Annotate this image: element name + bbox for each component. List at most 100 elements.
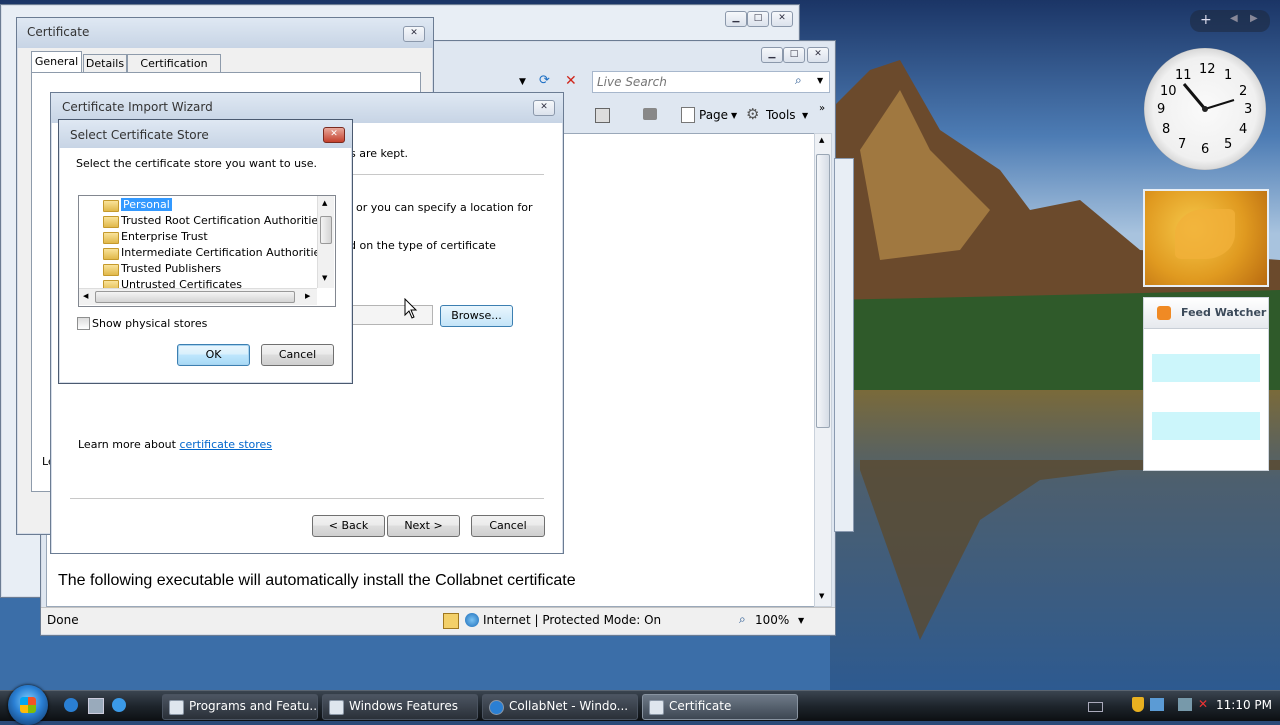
- tab-label: General: [34, 55, 79, 68]
- scroll-down-icon[interactable]: ▼: [322, 274, 327, 282]
- tools-menu[interactable]: Tools: [766, 108, 796, 122]
- slideshow-gadget[interactable]: [1143, 189, 1269, 287]
- more-icon[interactable]: »: [819, 103, 825, 114]
- show-physical-label[interactable]: Show physical stores: [92, 317, 207, 330]
- tree-item-label: Trusted Publishers: [121, 262, 222, 275]
- search-dropdown-icon[interactable]: ▼: [817, 76, 823, 85]
- feed-item[interactable]: [1152, 412, 1260, 440]
- chevron-down-icon[interactable]: ▼: [798, 616, 804, 625]
- network-icon[interactable]: [1150, 698, 1164, 711]
- security-zone[interactable]: Internet | Protected Mode: On: [483, 613, 661, 627]
- scroll-thumb[interactable]: [95, 291, 295, 303]
- back-button[interactable]: < Back: [312, 515, 385, 537]
- vertical-scrollbar[interactable]: ▲ ▼: [814, 133, 832, 607]
- next-button[interactable]: Next >: [387, 515, 460, 537]
- cancel-button[interactable]: Cancel: [471, 515, 545, 537]
- refresh-icon[interactable]: ⟳: [539, 73, 557, 91]
- store-field[interactable]: [341, 305, 433, 325]
- tree-vertical-scrollbar[interactable]: ▲ ▼: [317, 196, 334, 288]
- tab-details[interactable]: Details: [83, 54, 127, 73]
- scroll-left-icon[interactable]: ◀: [83, 292, 88, 300]
- protected-mode-icon[interactable]: [443, 613, 459, 629]
- minimize-button[interactable]: ▁: [725, 11, 747, 27]
- quick-launch-browser-icon[interactable]: [112, 698, 126, 712]
- show-physical-checkbox[interactable]: [77, 317, 90, 330]
- maximize-button[interactable]: □: [783, 47, 805, 63]
- close-button[interactable]: ✕: [807, 47, 829, 63]
- task-label: Certificate: [669, 699, 732, 713]
- tree-item[interactable]: Intermediate Certification Authorities: [103, 246, 327, 261]
- tree-item[interactable]: Trusted Root Certification Authorities: [103, 214, 324, 229]
- maximize-button[interactable]: □: [747, 11, 769, 27]
- tree-item[interactable]: Trusted Publishers: [103, 262, 222, 277]
- dialog-title: Select Certificate Store: [70, 128, 209, 142]
- tree-horizontal-scrollbar[interactable]: ◀ ▶: [79, 288, 317, 305]
- tree-item[interactable]: Enterprise Trust: [103, 230, 208, 245]
- feed-watcher-gadget[interactable]: Feed Watcher: [1143, 297, 1269, 471]
- show-desktop-icon[interactable]: [88, 698, 104, 714]
- tree-item[interactable]: Personal: [103, 198, 172, 213]
- page-icon[interactable]: [681, 107, 695, 123]
- chevron-down-icon[interactable]: ▼: [802, 111, 808, 120]
- store-tree[interactable]: Personal Trusted Root Certification Auth…: [78, 195, 336, 307]
- address-dropdown-icon[interactable]: ▼: [519, 77, 526, 87]
- minimize-button[interactable]: ▁: [761, 47, 783, 63]
- certificate-stores-link[interactable]: certificate stores: [179, 438, 272, 451]
- taskbar: Programs and Featu... Windows Features C…: [0, 685, 1280, 725]
- wizard-text: d on the type of certificate: [349, 239, 496, 252]
- scroll-thumb[interactable]: [816, 154, 830, 428]
- clock-number: 1: [1224, 68, 1233, 83]
- close-button[interactable]: ✕: [533, 100, 555, 116]
- clock-number: 5: [1224, 137, 1233, 152]
- search-input[interactable]: [595, 73, 789, 91]
- scroll-up-icon[interactable]: ▲: [322, 199, 327, 207]
- tab-general[interactable]: General: [31, 51, 82, 73]
- zoom-level[interactable]: 100%: [755, 613, 789, 627]
- feed-item[interactable]: [1152, 354, 1260, 382]
- task-certificate[interactable]: Certificate: [642, 694, 798, 720]
- volume-muted-icon[interactable]: ✕: [1198, 697, 1208, 711]
- status-text: Done: [47, 613, 79, 627]
- window-icon: [169, 700, 184, 715]
- close-button[interactable]: ✕: [771, 11, 793, 27]
- scroll-right-icon[interactable]: ▶: [305, 292, 310, 300]
- task-programs-features[interactable]: Programs and Featu...: [162, 694, 318, 720]
- task-label: Windows Features: [349, 699, 458, 713]
- shield-icon[interactable]: [1132, 697, 1144, 712]
- scroll-down-icon[interactable]: ▼: [819, 592, 824, 600]
- scroll-up-icon[interactable]: ▲: [819, 136, 824, 144]
- folder-icon: [103, 248, 119, 260]
- print-icon[interactable]: [643, 108, 657, 120]
- feed-title: Feed Watcher: [1181, 306, 1267, 319]
- tree-item-label: Intermediate Certification Authorities: [121, 246, 327, 259]
- task-label: Programs and Featu...: [189, 699, 318, 713]
- clock-gadget[interactable]: 12 1 2 3 4 5 6 7 8 9 10 11: [1144, 48, 1266, 170]
- cancel-button[interactable]: Cancel: [261, 344, 334, 366]
- display-icon[interactable]: [1178, 698, 1192, 711]
- start-button[interactable]: [8, 685, 48, 725]
- add-gadget-icon[interactable]: +: [1200, 12, 1212, 28]
- clock-time[interactable]: 11:10 PM: [1216, 698, 1272, 712]
- task-collabnet[interactable]: CollabNet - Windo...: [482, 694, 638, 720]
- search-icon[interactable]: ⌕: [795, 73, 802, 88]
- task-windows-features[interactable]: Windows Features: [322, 694, 478, 720]
- close-button[interactable]: ✕: [403, 26, 425, 42]
- browse-button[interactable]: Browse...: [440, 305, 513, 327]
- search-box[interactable]: ⌕ ▼: [592, 71, 830, 93]
- clock-number: 3: [1244, 102, 1253, 117]
- tab-certification-path[interactable]: Certification Path: [127, 54, 221, 88]
- feeds-icon[interactable]: [595, 108, 610, 123]
- chevron-down-icon[interactable]: ▼: [731, 111, 737, 120]
- quick-launch-ie-icon[interactable]: [64, 698, 78, 712]
- scroll-thumb[interactable]: [320, 216, 332, 244]
- close-button[interactable]: ✕: [323, 127, 345, 143]
- keyboard-icon[interactable]: [1088, 702, 1103, 712]
- gear-icon[interactable]: ⚙: [746, 105, 759, 123]
- previous-icon[interactable]: ◀: [1230, 13, 1238, 24]
- ok-button[interactable]: OK: [177, 344, 250, 366]
- stop-icon[interactable]: ✕: [565, 73, 577, 89]
- wizard-text: or you can specify a location for: [356, 201, 533, 214]
- page-menu[interactable]: Page: [699, 108, 728, 122]
- rss-icon: [1157, 306, 1171, 320]
- next-icon[interactable]: ▶: [1250, 13, 1258, 24]
